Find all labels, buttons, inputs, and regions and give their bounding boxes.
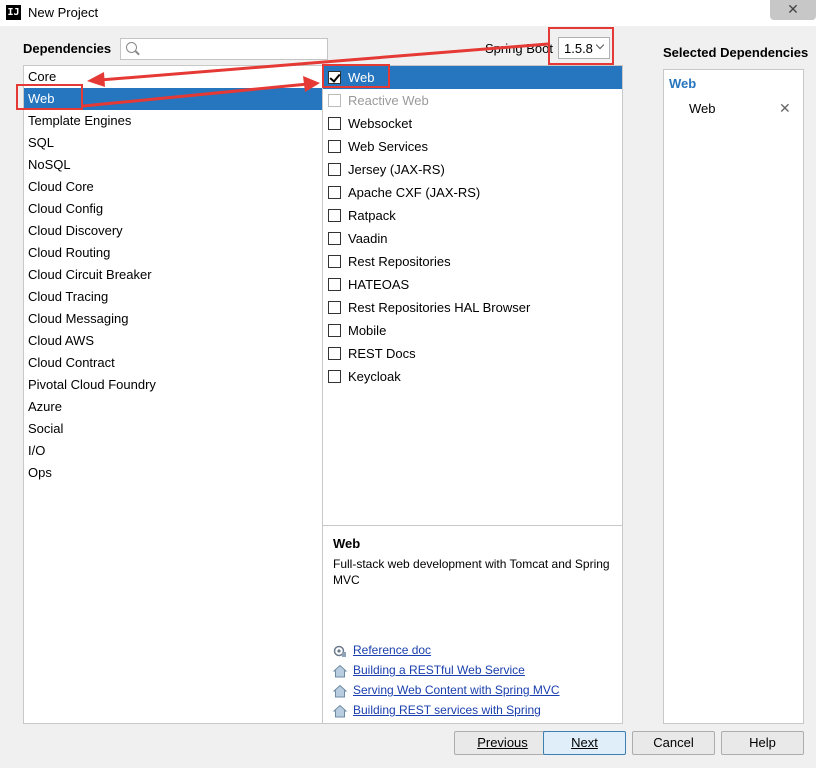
dependency-item[interactable]: Jersey (JAX-RS): [323, 158, 622, 181]
previous-label: Previous: [477, 735, 528, 750]
dependency-checkbox[interactable]: [328, 163, 341, 176]
dependency-label: Keycloak: [348, 369, 401, 384]
dependency-item[interactable]: REST Docs: [323, 342, 622, 365]
category-item[interactable]: SQL: [24, 132, 322, 154]
category-item[interactable]: Template Engines: [24, 110, 322, 132]
dependency-item[interactable]: Vaadin: [323, 227, 622, 250]
dependency-checkbox[interactable]: [328, 140, 341, 153]
dependency-label: Ratpack: [348, 208, 396, 223]
guide-house-icon: [333, 704, 347, 718]
dependency-checkbox[interactable]: [328, 347, 341, 360]
annotation-box-web-dependency: [322, 64, 390, 88]
intellij-app-icon: IJ: [6, 5, 21, 20]
next-label: Next: [571, 735, 598, 750]
dependency-checkbox[interactable]: [328, 209, 341, 222]
dependency-label: Mobile: [348, 323, 387, 338]
dependency-list: Web Reactive Web Websocket Web Services Jers…: [322, 65, 623, 526]
dependency-checkbox[interactable]: [328, 370, 341, 383]
selected-dependencies-label: Selected Dependencies: [663, 45, 809, 60]
reference-doc-icon: [333, 645, 346, 657]
cancel-label: Cancel: [653, 735, 694, 750]
dependency-label: Web Services: [348, 139, 428, 154]
search-input[interactable]: [120, 38, 328, 60]
dependency-checkbox[interactable]: [328, 232, 341, 245]
dependency-item[interactable]: HATEOAS: [323, 273, 622, 296]
description-text: Full-stack web development with Tomcat a…: [333, 557, 610, 587]
dependency-checkbox[interactable]: [328, 186, 341, 199]
annotation-box-spring-boot: [548, 27, 614, 65]
selected-dependencies-panel: Web Web ✕: [663, 69, 804, 724]
dependency-item[interactable]: Web Services: [323, 135, 622, 158]
dependency-item[interactable]: Rest Repositories: [323, 250, 622, 273]
help-label: Help: [749, 735, 776, 750]
dependencies-label: Dependencies: [23, 41, 112, 56]
dependency-item: Reactive Web: [323, 89, 622, 112]
annotation-box-web-category: [16, 84, 83, 110]
link-label: Building REST services with Spring: [353, 703, 541, 717]
link-label: Serving Web Content with Spring MVC: [353, 683, 560, 697]
dependency-item[interactable]: Mobile: [323, 319, 622, 342]
category-item[interactable]: Cloud AWS: [24, 330, 322, 352]
category-item[interactable]: Cloud Messaging: [24, 308, 322, 330]
category-item[interactable]: Cloud Contract: [24, 352, 322, 374]
window-close-button[interactable]: ✕: [770, 0, 816, 20]
dependency-checkbox[interactable]: [328, 301, 341, 314]
category-item[interactable]: Cloud Tracing: [24, 286, 322, 308]
category-item[interactable]: NoSQL: [24, 154, 322, 176]
dependency-label: Rest Repositories HAL Browser: [348, 300, 531, 315]
link-label: Building a RESTful Web Service: [353, 663, 525, 677]
dependency-checkbox: [328, 94, 341, 107]
description-panel: Web Full-stack web development with Tomc…: [322, 525, 623, 724]
previous-button[interactable]: Previous: [454, 731, 551, 755]
dependency-checkbox[interactable]: [328, 255, 341, 268]
link-label: Reference doc: [353, 643, 432, 657]
cancel-button[interactable]: Cancel: [632, 731, 715, 755]
title-bar: IJ New Project ✕: [0, 0, 816, 26]
dependency-checkbox[interactable]: [328, 278, 341, 291]
description-title: Web: [333, 536, 361, 551]
category-item[interactable]: Ops: [24, 462, 322, 484]
dependency-label: Websocket: [348, 116, 413, 131]
dependency-label: HATEOAS: [348, 277, 410, 292]
guide-house-icon: [333, 664, 347, 678]
selected-dependency-item: Web: [689, 101, 716, 116]
close-icon: ✕: [787, 1, 799, 17]
dependency-label: Jersey (JAX-RS): [348, 162, 445, 177]
dependency-item[interactable]: Ratpack: [323, 204, 622, 227]
close-icon[interactable]: ✕: [779, 100, 791, 117]
dependency-label: Reactive Web: [348, 93, 429, 108]
dependency-item[interactable]: Websocket: [323, 112, 622, 135]
category-item[interactable]: Cloud Discovery: [24, 220, 322, 242]
search-icon: [126, 42, 137, 53]
dependency-item[interactable]: Apache CXF (JAX-RS): [323, 181, 622, 204]
help-button[interactable]: Help: [721, 731, 804, 755]
dependency-label: Vaadin: [348, 231, 388, 246]
guide-house-icon: [333, 684, 347, 698]
category-item[interactable]: I/O: [24, 440, 322, 462]
category-item[interactable]: Cloud Config: [24, 198, 322, 220]
category-item[interactable]: Cloud Core: [24, 176, 322, 198]
spring-boot-label: Spring Boot: [485, 41, 553, 56]
dependency-checkbox[interactable]: [328, 324, 341, 337]
dependency-item[interactable]: Rest Repositories HAL Browser: [323, 296, 622, 319]
category-item[interactable]: Pivotal Cloud Foundry: [24, 374, 322, 396]
category-item[interactable]: Cloud Routing: [24, 242, 322, 264]
dependency-checkbox[interactable]: [328, 117, 341, 130]
selected-group-title: Web: [669, 76, 697, 91]
dependency-label: REST Docs: [348, 346, 416, 361]
window-title: New Project: [28, 5, 99, 20]
category-item[interactable]: Azure: [24, 396, 322, 418]
dependency-item[interactable]: Keycloak: [323, 365, 622, 388]
dependency-label: Rest Repositories: [348, 254, 451, 269]
category-item[interactable]: Cloud Circuit Breaker: [24, 264, 322, 286]
category-item[interactable]: Social: [24, 418, 322, 440]
next-button[interactable]: Next: [543, 731, 626, 755]
dependency-label: Apache CXF (JAX-RS): [348, 185, 481, 200]
category-list: Core Web Template Engines SQL NoSQL Cloud Cor…: [23, 65, 323, 724]
